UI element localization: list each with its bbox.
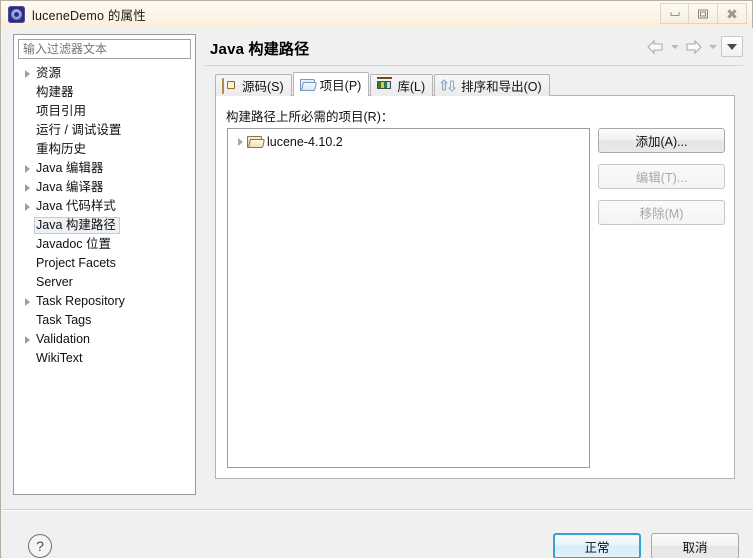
- title-bar: luceneDemo 的属性 ✖: [1, 1, 752, 28]
- sidebar-item-validation[interactable]: Validation: [14, 330, 195, 349]
- required-projects-list[interactable]: lucene-4.10.2: [227, 128, 590, 468]
- project-folder-icon: [300, 78, 316, 92]
- sidebar-item-refactoring-history[interactable]: 重构历史: [14, 140, 195, 159]
- dialog-buttons: 正常 取消: [553, 533, 739, 558]
- footer-divider: [2, 509, 753, 511]
- sidebar-item-label: 资源: [36, 66, 62, 80]
- list-action-buttons: 添加(A)... 编辑(T)... 移除(M): [598, 128, 725, 236]
- settings-tree: 资源 构建器 项目引用 运行 / 调试设置 重构历史 Java 编辑器 Java…: [14, 64, 195, 372]
- window-title: luceneDemo 的属性: [32, 9, 146, 23]
- tab-label: 库(L): [397, 80, 426, 94]
- close-button[interactable]: ✖: [718, 3, 747, 24]
- page-header: Java 构建路径: [205, 34, 743, 66]
- page-title: Java 构建路径: [210, 41, 310, 58]
- tab-label: 项目(P): [319, 79, 362, 93]
- sidebar-item-label: Java 编译器: [36, 180, 104, 194]
- filter-area: [14, 35, 195, 59]
- sidebar-item-wikitext[interactable]: WikiText: [14, 349, 195, 368]
- sidebar-item-label: Server: [36, 275, 73, 289]
- forward-chevron-down-icon[interactable]: [706, 37, 719, 57]
- sidebar-item-task-tags[interactable]: Task Tags: [14, 311, 195, 330]
- add-button[interactable]: 添加(A)...: [598, 128, 725, 153]
- page-navigation: [645, 36, 743, 57]
- sidebar-item-label: 项目引用: [36, 104, 87, 118]
- folder-icon: [247, 135, 263, 148]
- sidebar-item-label: Java 代码样式: [36, 199, 116, 213]
- properties-dialog: luceneDemo 的属性 ✖ 输入过滤器文本 资源 构建器 项目引用 运行 …: [0, 0, 753, 558]
- expand-arrow-icon[interactable]: [20, 298, 34, 306]
- help-icon[interactable]: ?: [28, 534, 52, 558]
- sidebar-item-java-compiler[interactable]: Java 编译器: [14, 178, 195, 197]
- source-folder-icon: [222, 77, 238, 94]
- tab-projects[interactable]: 项目(P): [292, 72, 370, 96]
- sidebar-item-java-code-style[interactable]: Java 代码样式: [14, 197, 195, 216]
- ok-button[interactable]: 正常: [553, 533, 641, 558]
- back-arrow-icon[interactable]: [645, 37, 666, 57]
- forward-arrow-icon[interactable]: [683, 37, 704, 57]
- expand-arrow-icon[interactable]: [20, 203, 34, 211]
- minimize-button[interactable]: [660, 3, 689, 24]
- expand-arrow-icon[interactable]: [233, 138, 247, 146]
- sidebar-item-label: 运行 / 调试设置: [36, 123, 122, 137]
- sidebar-item-label: WikiText: [36, 351, 83, 365]
- sidebar-item-project-facets[interactable]: Project Facets: [14, 254, 195, 273]
- tab-source[interactable]: 源码(S): [215, 74, 292, 96]
- expand-arrow-icon[interactable]: [20, 184, 34, 192]
- sidebar-item-javadoc-location[interactable]: Javadoc 位置: [14, 235, 195, 254]
- list-item[interactable]: lucene-4.10.2: [228, 132, 589, 151]
- sidebar-item-label: Task Repository: [36, 294, 125, 308]
- filter-input[interactable]: [18, 39, 191, 59]
- sidebar-item-label: Java 构建路径: [34, 217, 120, 234]
- remove-button: 移除(M): [598, 200, 725, 225]
- back-chevron-down-icon[interactable]: [668, 37, 681, 57]
- restore-icon: [698, 9, 708, 18]
- sidebar-item-label: Validation: [36, 332, 90, 346]
- sidebar-item-run-debug-settings[interactable]: 运行 / 调试设置: [14, 121, 195, 140]
- eclipse-project-icon: [8, 6, 25, 23]
- settings-tree-panel: 资源 构建器 项目引用 运行 / 调试设置: [13, 34, 196, 495]
- order-export-icon: [441, 78, 457, 93]
- sidebar-item-label: Javadoc 位置: [36, 237, 112, 251]
- sidebar-item-label: Java 编辑器: [36, 161, 104, 175]
- sidebar-item-builders[interactable]: 构建器: [14, 83, 195, 102]
- expand-arrow-icon[interactable]: [20, 70, 34, 78]
- tab-libraries[interactable]: 库(L): [370, 74, 434, 96]
- view-menu-icon[interactable]: [721, 36, 743, 57]
- expand-arrow-icon[interactable]: [20, 336, 34, 344]
- required-projects-label: 构建路径上所必需的项目(R)：: [226, 110, 394, 124]
- list-item-label: lucene-4.10.2: [267, 134, 343, 149]
- maximize-button[interactable]: [689, 3, 718, 24]
- close-icon: ✖: [726, 5, 738, 22]
- sidebar-item-task-repository[interactable]: Task Repository: [14, 292, 195, 311]
- sidebar-item-label: Project Facets: [36, 256, 116, 270]
- cancel-button[interactable]: 取消: [651, 533, 739, 558]
- dialog-body: 资源 构建器 项目引用 运行 / 调试设置: [2, 28, 753, 558]
- sidebar-item-label: 重构历史: [36, 142, 87, 156]
- tab-order-and-export[interactable]: 排序和导出(O): [434, 74, 550, 96]
- minimize-icon: [670, 11, 679, 16]
- sidebar-item-label: 构建器: [36, 85, 74, 99]
- sidebar-item-resource[interactable]: 资源: [14, 64, 195, 83]
- build-path-tabs: 源码(S) 项目(P) 库(L) 排序和导出(O): [215, 72, 551, 96]
- tab-label: 排序和导出(O): [461, 80, 542, 94]
- window-frame: luceneDemo 的属性 ✖ 输入过滤器文本 资源 构建器 项目引用 运行 …: [0, 0, 753, 558]
- window-controls: ✖: [660, 3, 747, 24]
- edit-button: 编辑(T)...: [598, 164, 725, 189]
- settings-page: Java 构建路径 源码(S) 项目(P) 库(L) 排序和导出(O) 构建路径…: [205, 34, 743, 495]
- sidebar-item-server[interactable]: Server: [14, 273, 195, 292]
- tab-label: 源码(S): [242, 80, 284, 94]
- library-books-icon: [377, 79, 393, 93]
- projects-tab-panel: 构建路径上所必需的项目(R)： lucene-4.10.2 添加(A)... 编…: [215, 95, 735, 479]
- sidebar-item-java-build-path[interactable]: Java 构建路径: [14, 216, 195, 235]
- expand-arrow-icon[interactable]: [20, 165, 34, 173]
- sidebar-item-java-editor[interactable]: Java 编辑器: [14, 159, 195, 178]
- sidebar-item-label: Task Tags: [36, 313, 92, 327]
- sidebar-item-project-references[interactable]: 项目引用: [14, 102, 195, 121]
